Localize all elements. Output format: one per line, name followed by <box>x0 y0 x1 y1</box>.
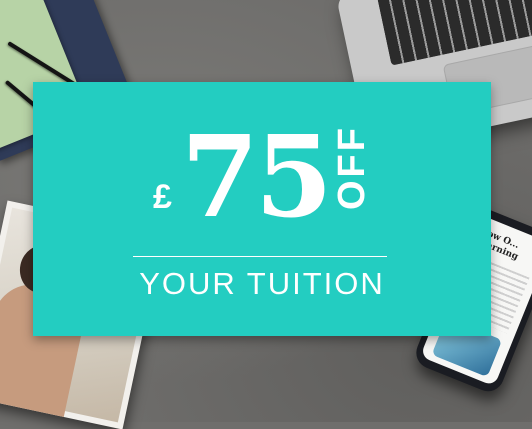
discount-amount: 75 <box>181 112 333 243</box>
currency-symbol: £ <box>153 178 172 216</box>
off-label: OFF <box>331 125 373 210</box>
offer-subline: YOUR TUITION <box>139 266 385 301</box>
divider-line <box>133 256 387 257</box>
offer-row: £ 75 OFF <box>33 122 491 240</box>
discount-voucher: £ 75 OFF YOUR TUITION <box>33 82 491 336</box>
